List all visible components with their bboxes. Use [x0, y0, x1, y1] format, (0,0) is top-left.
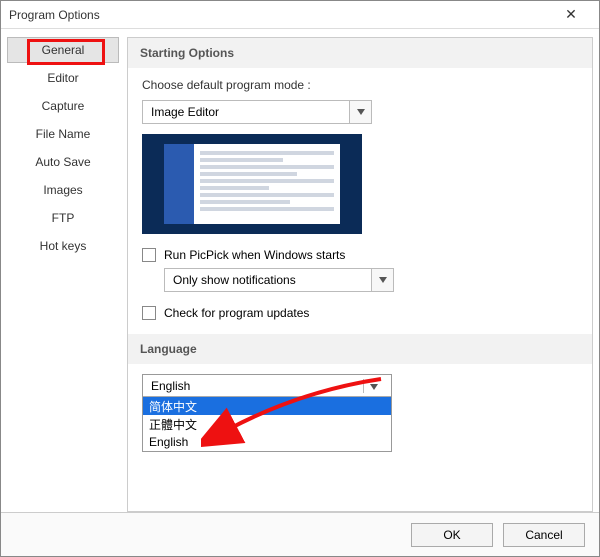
footer: OK Cancel	[1, 512, 599, 556]
sidebar-item-label: General	[42, 43, 85, 57]
language-section: English 简体中文 正體中文 English	[128, 364, 592, 466]
sidebar-item-label: Capture	[42, 99, 85, 113]
sidebar-item-ftp[interactable]: FTP	[7, 205, 119, 231]
check-updates-row: Check for program updates	[142, 306, 578, 320]
sidebar-item-label: Editor	[47, 71, 78, 85]
window-title: Program Options	[9, 8, 551, 22]
language-value: English	[151, 379, 190, 393]
sidebar-item-label: File Name	[36, 127, 91, 141]
titlebar: Program Options ✕	[1, 1, 599, 29]
sidebar-item-images[interactable]: Images	[7, 177, 119, 203]
check-updates-checkbox[interactable]	[142, 306, 156, 320]
content: General Editor Capture File Name Auto Sa…	[1, 29, 599, 512]
tray-value: Only show notifications	[165, 269, 371, 291]
main-panel: Starting Options Choose default program …	[127, 37, 593, 512]
language-option[interactable]: English	[143, 433, 391, 451]
language-option[interactable]: 简体中文	[143, 397, 391, 415]
section-header-starting: Starting Options	[128, 38, 592, 68]
run-on-start-row: Run PicPick when Windows starts	[142, 248, 578, 262]
chevron-down-icon[interactable]	[363, 379, 383, 393]
starting-section: Choose default program mode : Image Edit…	[128, 68, 592, 334]
chevron-down-icon[interactable]	[371, 269, 393, 291]
mode-preview-image	[142, 134, 362, 234]
run-on-start-label: Run PicPick when Windows starts	[164, 248, 345, 262]
close-button[interactable]: ✕	[551, 6, 591, 23]
sidebar-item-label: FTP	[52, 211, 75, 225]
language-option[interactable]: 正體中文	[143, 415, 391, 433]
sidebar-item-label: Hot keys	[40, 239, 87, 253]
section-header-language: Language	[128, 334, 592, 364]
cancel-button[interactable]: Cancel	[503, 523, 585, 547]
tray-combo[interactable]: Only show notifications	[164, 268, 394, 292]
sidebar-item-label: Images	[43, 183, 82, 197]
sidebar-item-editor[interactable]: Editor	[7, 65, 119, 91]
program-mode-combo[interactable]: Image Editor	[142, 100, 372, 124]
chevron-down-icon[interactable]	[349, 101, 371, 123]
language-dropdown-list: 简体中文 正體中文 English	[143, 397, 391, 451]
sidebar-item-filename[interactable]: File Name	[7, 121, 119, 147]
sidebar-item-label: Auto Save	[35, 155, 90, 169]
sidebar: General Editor Capture File Name Auto Sa…	[7, 37, 119, 512]
run-on-start-checkbox[interactable]	[142, 248, 156, 262]
ok-button[interactable]: OK	[411, 523, 493, 547]
choose-mode-label: Choose default program mode :	[142, 78, 578, 92]
sidebar-item-hotkeys[interactable]: Hot keys	[7, 233, 119, 259]
language-combo[interactable]: English 简体中文 正體中文 English	[142, 374, 392, 452]
program-mode-value: Image Editor	[143, 101, 349, 123]
sidebar-item-general[interactable]: General	[7, 37, 119, 63]
sidebar-item-autosave[interactable]: Auto Save	[7, 149, 119, 175]
check-updates-label: Check for program updates	[164, 306, 309, 320]
sidebar-item-capture[interactable]: Capture	[7, 93, 119, 119]
